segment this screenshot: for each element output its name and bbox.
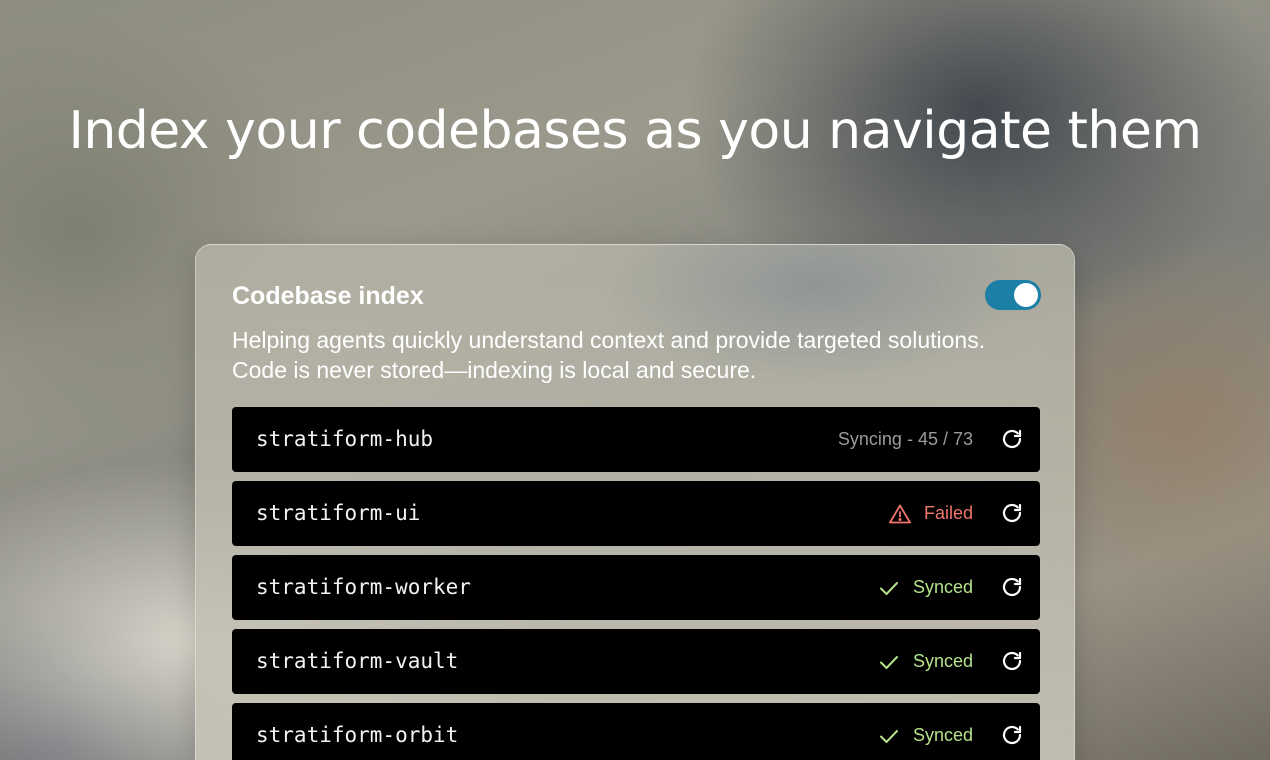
- repo-name: stratiform-orbit: [256, 723, 459, 747]
- repo-name: stratiform-ui: [256, 501, 421, 525]
- panel-title: Codebase index: [232, 282, 424, 310]
- repo-status: Synced: [877, 555, 973, 620]
- repo-name: stratiform-hub: [256, 427, 434, 451]
- status-text: Failed: [923, 503, 973, 523]
- repo-row: stratiform-worker Synced: [232, 555, 1040, 620]
- status-text: Synced: [912, 577, 973, 597]
- repo-name: stratiform-worker: [256, 575, 471, 599]
- repo-name: stratiform-vault: [256, 649, 459, 673]
- refresh-icon[interactable]: [1000, 427, 1024, 451]
- check-icon: [877, 724, 901, 748]
- codebase-index-panel: Codebase index Helping agents quickly un…: [195, 244, 1075, 760]
- repo-status: Syncing - 45 / 73: [838, 407, 973, 472]
- status-text: Synced: [912, 651, 973, 671]
- refresh-icon[interactable]: [1000, 723, 1024, 747]
- repo-status: Synced: [877, 703, 973, 760]
- status-text: Synced: [912, 725, 973, 745]
- repo-row: stratiform-orbit Synced: [232, 703, 1040, 760]
- toggle-knob: [1014, 283, 1038, 307]
- panel-description: Helping agents quickly understand contex…: [232, 327, 986, 383]
- repo-status: Failed: [888, 481, 973, 546]
- repo-status: Synced: [877, 629, 973, 694]
- repo-row: stratiform-vault Synced: [232, 629, 1040, 694]
- refresh-icon[interactable]: [1000, 501, 1024, 525]
- page-headline: Index your codebases as you navigate the…: [68, 101, 1203, 161]
- codebase-index-toggle[interactable]: [985, 280, 1041, 310]
- refresh-icon[interactable]: [1000, 575, 1024, 599]
- repo-list: stratiform-hub Syncing - 45 / 73 stratif…: [232, 407, 1040, 760]
- repo-row: stratiform-ui Failed: [232, 481, 1040, 546]
- repo-row: stratiform-hub Syncing - 45 / 73: [232, 407, 1040, 472]
- check-icon: [877, 650, 901, 674]
- check-icon: [877, 576, 901, 600]
- refresh-icon[interactable]: [1000, 649, 1024, 673]
- status-text: Syncing - 45 / 73: [837, 429, 973, 449]
- warning-icon: [888, 502, 912, 526]
